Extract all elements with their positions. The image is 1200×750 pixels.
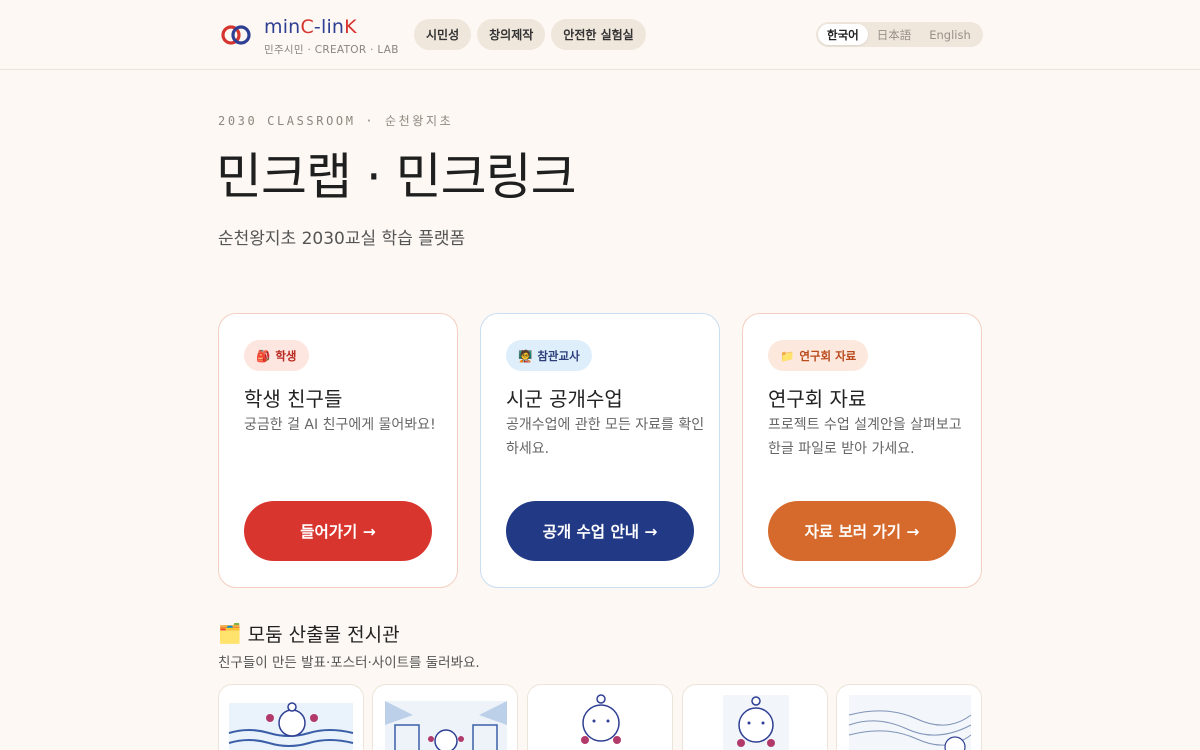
page-subtitle: 순천왕지초 2030교실 학습 플랫폼	[218, 229, 466, 249]
top-navigation-bar: minC-linK 민주시민 · CREATOR · LAB 시민성 창의제작 …	[0, 0, 1200, 70]
gallery-title: 🗂️ 모둠 산출물 전시관	[218, 620, 400, 647]
card-description: 궁금한 걸 AI 친구에게 물어봐요!	[244, 417, 436, 433]
logo-part: lin	[320, 16, 345, 38]
folder-icon: 📁	[780, 348, 795, 363]
language-option-english[interactable]: English	[920, 24, 980, 45]
logo-part: -	[313, 16, 321, 38]
card-badge: 📁 연구회 자료	[768, 340, 869, 371]
mascot-character-illustration	[581, 694, 621, 744]
mascot-landscape-sketch	[848, 695, 972, 750]
mascot-village-illustration	[385, 701, 507, 750]
logo-wordmark[interactable]: minC-linK	[264, 16, 357, 38]
language-option-korean[interactable]: 한국어	[818, 24, 868, 45]
badge-label: 연구회 자료	[799, 348, 857, 363]
research-materials-card: 📁 연구회 자료 연구회 자료 프로젝트 수업 설계안을 살펴보고 한글 파일로…	[742, 313, 982, 588]
gallery-thumbnail[interactable]	[218, 684, 364, 750]
card-title: 학생 친구들	[244, 387, 343, 411]
teacher-icon: 🧑‍🏫	[518, 348, 533, 363]
gallery-thumbnail[interactable]	[527, 684, 673, 750]
page-title: 민크랩 · 민크링크	[216, 148, 577, 206]
student-card: 🎒 학생 학생 친구들 궁금한 걸 AI 친구에게 물어봐요! 들어가기 →	[218, 313, 458, 588]
card-title: 시군 공개수업	[506, 387, 623, 411]
card-description: 공개수업에 관한 모든 자료를 확인하세요.	[506, 417, 705, 457]
card-title: 연구회 자료	[768, 387, 867, 411]
open-class-info-button[interactable]: 공개 수업 안내 →	[506, 501, 694, 561]
gallery-thumbnail[interactable]	[836, 684, 982, 750]
badge-label: 학생	[275, 348, 297, 363]
logo-part: C	[300, 16, 314, 38]
logo-part: min	[264, 16, 301, 38]
nav-item-citizenship[interactable]: 시민성	[414, 19, 472, 50]
observer-teacher-card: 🧑‍🏫 참관교사 시군 공개수업 공개수업에 관한 모든 자료를 확인하세요. …	[480, 313, 720, 588]
enter-button[interactable]: 들어가기 →	[244, 501, 432, 561]
gallery-subtitle: 친구들이 만든 발표·포스터·사이트를 둘러봐요.	[218, 655, 480, 671]
gallery-thumbnail[interactable]	[372, 684, 518, 750]
mascot-character-illustration	[723, 695, 789, 750]
view-materials-button[interactable]: 자료 보러 가기 →	[768, 501, 956, 561]
logo-part: K	[344, 16, 357, 38]
logo-subtitle: 민주시민 · CREATOR · LAB	[264, 44, 399, 56]
nav-item-creative-making[interactable]: 창의제작	[477, 19, 546, 50]
hero-eyebrow: 2030 CLASSROOM · 순천왕지초	[218, 114, 454, 128]
card-badge: 🧑‍🏫 참관교사	[506, 340, 592, 371]
mascot-beach-illustration	[228, 702, 354, 750]
language-option-japanese[interactable]: 日本語	[868, 24, 921, 45]
card-badge: 🎒 학생	[244, 340, 309, 371]
card-index-icon: 🗂️	[218, 623, 242, 645]
logo-rings-icon	[221, 25, 251, 45]
gallery-title-text: 모둠 산출물 전시관	[247, 624, 400, 646]
badge-label: 참관교사	[537, 348, 580, 363]
gallery-thumbnail[interactable]	[682, 684, 828, 750]
nav-item-safe-lab[interactable]: 안전한 실험실	[551, 19, 646, 50]
card-description: 프로젝트 수업 설계안을 살펴보고 한글 파일로 받아 가세요.	[768, 417, 962, 457]
language-switcher: 한국어 日本語 English	[816, 22, 983, 47]
main-nav: 시민성 창의제작 안전한 실험실	[414, 19, 646, 50]
backpack-icon: 🎒	[256, 348, 271, 363]
